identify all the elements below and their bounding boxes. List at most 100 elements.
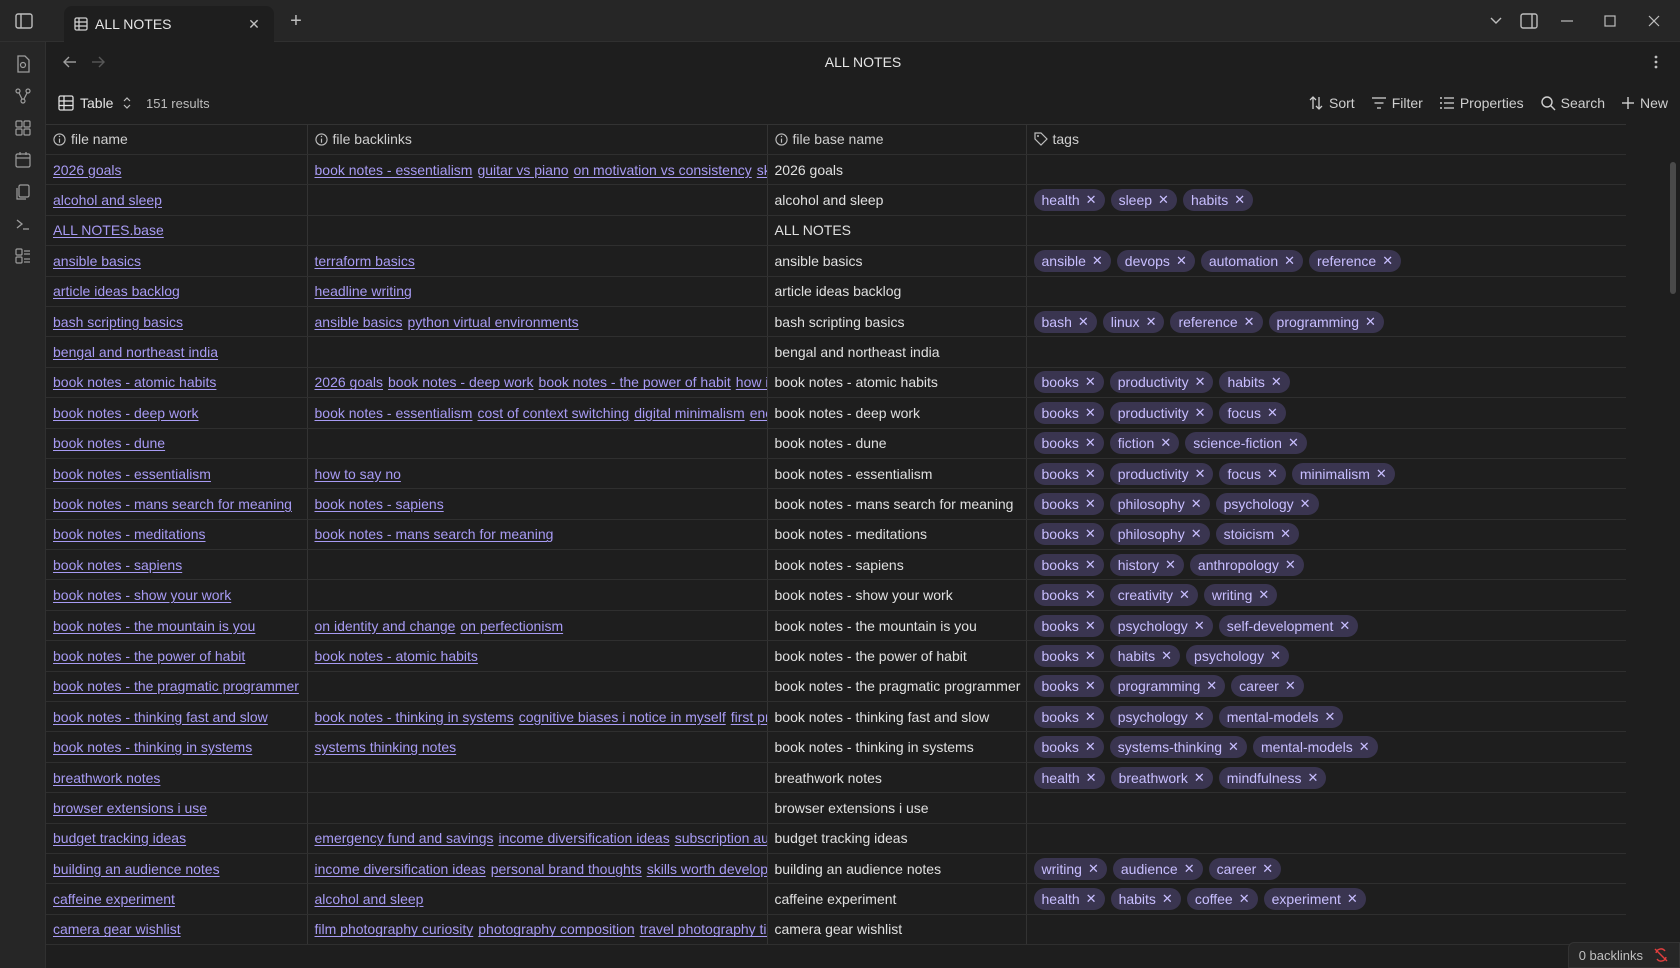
remove-tag-icon[interactable]: ✕ (1244, 314, 1255, 330)
tag-pill[interactable]: audience ✕ (1112, 857, 1203, 880)
remove-tag-icon[interactable]: ✕ (1270, 648, 1281, 664)
tag-pill[interactable]: books ✕ (1033, 584, 1104, 607)
tag-pill[interactable]: habits ✕ (1182, 189, 1254, 212)
remove-tag-icon[interactable]: ✕ (1085, 709, 1096, 725)
tag-pill[interactable]: career ✕ (1208, 857, 1282, 880)
remove-tag-icon[interactable]: ✕ (1088, 861, 1099, 877)
tag-pill[interactable]: creativity ✕ (1109, 584, 1198, 607)
properties-button[interactable]: Properties (1439, 95, 1524, 111)
remove-tag-icon[interactable]: ✕ (1085, 587, 1096, 603)
file-name-link[interactable]: bengal and northeast india (53, 344, 218, 360)
backlink-link[interactable]: first principles thinking (731, 709, 766, 725)
new-button[interactable]: New (1621, 95, 1668, 111)
backlink-link[interactable]: skills worth developing (757, 162, 766, 178)
backlink-link[interactable]: book notes - essentialism (315, 405, 473, 421)
tags-cell[interactable]: health ✕ sleep ✕ habits ✕ (1026, 184, 1626, 216)
remove-tag-icon[interactable]: ✕ (1195, 374, 1206, 390)
remove-tag-icon[interactable]: ✕ (1258, 587, 1269, 603)
file-name-link[interactable]: ansible basics (53, 253, 141, 269)
tab-all-notes[interactable]: ALL NOTES ✕ (64, 6, 274, 42)
more-options-icon[interactable] (1644, 50, 1668, 74)
sort-button[interactable]: Sort (1308, 95, 1355, 111)
backlink-link[interactable]: book notes - thinking in systems (315, 709, 514, 725)
tag-pill[interactable]: habits ✕ (1109, 644, 1181, 667)
tag-pill[interactable]: books ✕ (1033, 705, 1104, 728)
tags-cell[interactable]: books ✕ systems-thinking ✕ mental-models ✕ (1026, 731, 1626, 763)
backlink-link[interactable]: income diversification ideas (499, 830, 670, 846)
backlink-link[interactable]: travel photography tips (640, 921, 766, 937)
tag-pill[interactable]: anthropology ✕ (1189, 553, 1304, 576)
remove-tag-icon[interactable]: ✕ (1288, 435, 1299, 451)
tag-pill[interactable]: health ✕ (1033, 189, 1105, 212)
remove-tag-icon[interactable]: ✕ (1206, 678, 1217, 694)
remove-tag-icon[interactable]: ✕ (1085, 405, 1096, 421)
remove-tag-icon[interactable]: ✕ (1382, 253, 1393, 269)
tag-pill[interactable]: habits ✕ (1110, 888, 1181, 911)
backlink-link[interactable]: on identity and change (315, 618, 456, 634)
tags-cell[interactable]: books ✕ productivity ✕ focus ✕ (1026, 397, 1626, 429)
command-palette-icon[interactable] (11, 212, 35, 236)
remove-tag-icon[interactable]: ✕ (1179, 587, 1190, 603)
tag-pill[interactable]: mindfulness ✕ (1218, 766, 1327, 789)
tags-cell[interactable]: writing ✕ audience ✕ career ✕ (1026, 853, 1626, 885)
file-name-link[interactable]: book notes - thinking fast and slow (53, 709, 268, 725)
tags-cell[interactable] (1026, 276, 1626, 307)
tag-pill[interactable]: books ✕ (1033, 462, 1104, 485)
tag-pill[interactable]: health ✕ (1033, 766, 1105, 789)
tags-cell[interactable]: books ✕ productivity ✕ focus ✕ minimalism ✕ (1026, 458, 1626, 490)
tag-pill[interactable]: productivity ✕ (1109, 371, 1214, 394)
minimize-icon[interactable] (1553, 0, 1581, 42)
backlink-link[interactable]: cognitive biases i notice in myself (519, 709, 726, 725)
backlink-link[interactable]: guitar vs piano (477, 162, 568, 178)
remove-tag-icon[interactable]: ✕ (1195, 405, 1206, 421)
tag-pill[interactable]: ansible ✕ (1033, 249, 1111, 272)
tag-pill[interactable]: sleep ✕ (1110, 189, 1177, 212)
column-header-file-backlinks[interactable]: file backlinks (307, 124, 768, 155)
tag-pill[interactable]: psychology ✕ (1186, 644, 1289, 667)
tag-pill[interactable]: science-fiction ✕ (1185, 432, 1307, 455)
remove-tag-icon[interactable]: ✕ (1162, 891, 1173, 907)
tag-pill[interactable]: minimalism ✕ (1291, 462, 1395, 485)
tags-cell[interactable]: books ✕ philosophy ✕ stoicism ✕ (1026, 519, 1626, 551)
sidebar-toggle-icon[interactable] (10, 0, 38, 42)
remove-tag-icon[interactable]: ✕ (1267, 466, 1278, 482)
backlink-link[interactable]: book notes - sapiens (315, 496, 444, 512)
remove-tag-icon[interactable]: ✕ (1086, 891, 1097, 907)
tag-pill[interactable]: health ✕ (1033, 888, 1105, 911)
calendar-icon[interactable] (11, 148, 35, 172)
tags-cell[interactable] (1026, 336, 1626, 368)
remove-tag-icon[interactable]: ✕ (1085, 557, 1096, 573)
backlink-link[interactable]: photography composition (478, 921, 634, 937)
backlink-link[interactable]: 2026 goals (315, 374, 384, 390)
backlink-link[interactable]: python virtual environments (407, 314, 578, 330)
backlink-link[interactable]: ansible basics (315, 314, 403, 330)
tags-cell[interactable] (1026, 215, 1626, 247)
tag-pill[interactable]: programming ✕ (1268, 310, 1384, 333)
remove-tag-icon[interactable]: ✕ (1194, 709, 1205, 725)
tag-pill[interactable]: career ✕ (1231, 675, 1304, 698)
bases-icon[interactable] (11, 244, 35, 268)
search-button[interactable]: Search (1540, 95, 1605, 111)
tag-pill[interactable]: focus ✕ (1219, 401, 1286, 424)
file-name-link[interactable]: book notes - dune (53, 435, 165, 451)
remove-tag-icon[interactable]: ✕ (1092, 253, 1103, 269)
backlink-link[interactable]: emergency fund and savings (315, 830, 494, 846)
filter-button[interactable]: Filter (1371, 95, 1423, 111)
backlink-link[interactable]: terraform basics (315, 253, 415, 269)
remove-tag-icon[interactable]: ✕ (1085, 374, 1096, 390)
tag-pill[interactable]: philosophy ✕ (1109, 492, 1210, 515)
remove-tag-icon[interactable]: ✕ (1194, 618, 1205, 634)
file-name-link[interactable]: book notes - thinking in systems (53, 739, 252, 755)
remove-tag-icon[interactable]: ✕ (1267, 405, 1278, 421)
tag-pill[interactable]: books ✕ (1033, 644, 1104, 667)
backlink-link[interactable]: cost of context switching (477, 405, 629, 421)
tags-cell[interactable]: health ✕ habits ✕ coffee ✕ experiment ✕ (1026, 883, 1626, 915)
tag-pill[interactable]: psychology ✕ (1109, 705, 1213, 728)
canvas-icon[interactable] (11, 116, 35, 140)
backlink-link[interactable]: book notes - deep work (388, 374, 534, 390)
remove-tag-icon[interactable]: ✕ (1160, 435, 1171, 451)
file-name-link[interactable]: book notes - the pragmatic programmer (53, 678, 299, 694)
tag-pill[interactable]: reference ✕ (1309, 249, 1402, 272)
remove-tag-icon[interactable]: ✕ (1325, 709, 1336, 725)
tag-pill[interactable]: mental-models ✕ (1252, 736, 1378, 759)
